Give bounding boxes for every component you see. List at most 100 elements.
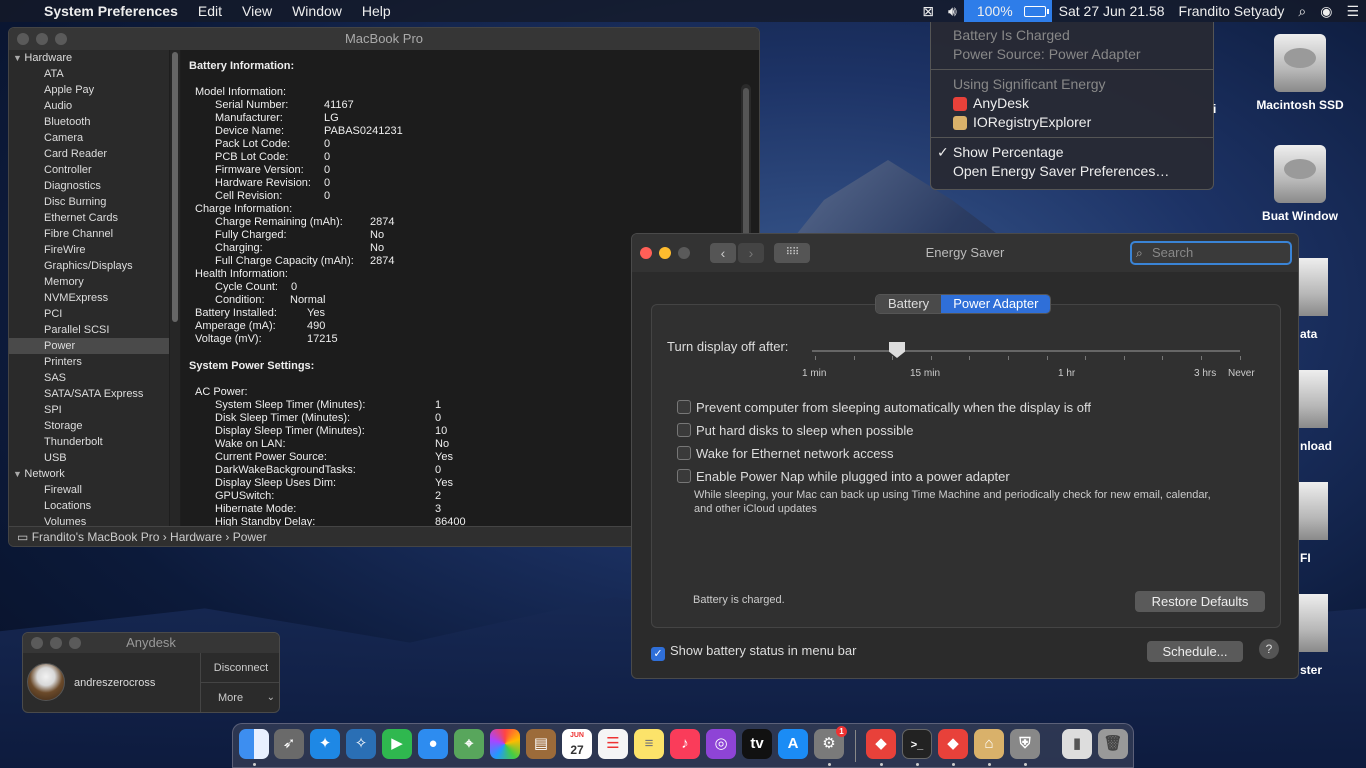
sidebar-item[interactable]: Disc Burning — [9, 194, 169, 210]
sidebar-scrollbar[interactable] — [170, 50, 180, 526]
apple-tv-icon[interactable]: tv — [742, 729, 772, 759]
system-preferences-icon[interactable]: ⚙ 1 — [814, 726, 847, 759]
sidebar-item[interactable]: Storage — [9, 418, 169, 434]
siri-icon[interactable]: ◉ — [1313, 3, 1339, 20]
safari-icon[interactable]: ✦ — [310, 729, 340, 759]
sidebar-category[interactable]: Network — [9, 466, 169, 482]
sidebar-item[interactable]: SATA/SATA Express — [9, 386, 169, 402]
sidebar-item[interactable]: Audio — [9, 98, 169, 114]
battery-menu-app-anydesk[interactable]: AnyDesk — [931, 94, 1213, 113]
sidebar-item[interactable]: Ethernet Cards — [9, 210, 169, 226]
sidebar-item[interactable]: NVMExpress — [9, 290, 169, 306]
disconnect-button[interactable]: Disconnect — [201, 653, 279, 683]
schedule-button[interactable]: Schedule... — [1147, 641, 1243, 662]
close-button[interactable] — [17, 33, 29, 45]
facetime-icon[interactable]: ▶ — [382, 729, 412, 759]
sidebar-item[interactable]: PCI — [9, 306, 169, 322]
search-input[interactable]: ⌕ Search — [1130, 241, 1292, 265]
help-button[interactable]: ? — [1259, 639, 1279, 659]
activity-monitor-icon[interactable]: ⊠ — [915, 3, 941, 20]
menu-user[interactable]: Frandito Setyady — [1172, 3, 1292, 19]
checkbox[interactable] — [677, 469, 691, 483]
option-wake-ethernet[interactable]: Wake for Ethernet network access — [677, 446, 894, 461]
checkbox[interactable] — [677, 423, 691, 437]
sidebar-item[interactable]: USB — [9, 450, 169, 466]
close-button[interactable] — [31, 637, 43, 649]
spotlight-icon[interactable]: ⌕ — [1291, 3, 1313, 20]
show-battery-status-option[interactable]: ✓ Show battery status in menu bar — [651, 643, 856, 661]
checkbox[interactable] — [677, 446, 691, 460]
sidebar-item[interactable]: Bluetooth — [9, 114, 169, 130]
show-all-button[interactable]: ⠿⠿ — [774, 243, 810, 263]
battery-menu-show-percentage[interactable]: ✓ Show Percentage — [931, 143, 1213, 162]
more-button[interactable]: More ⌄ — [201, 683, 279, 712]
sidebar-item[interactable]: Volumes — [9, 514, 169, 526]
photos-icon[interactable] — [490, 729, 520, 759]
sidebar-item[interactable]: Camera — [9, 130, 169, 146]
messages-icon[interactable]: ● — [418, 729, 448, 759]
sidebar-item[interactable]: Card Reader — [9, 146, 169, 162]
minimize-button[interactable] — [659, 247, 671, 259]
back-button[interactable]: ‹ — [710, 243, 736, 263]
checkbox[interactable]: ✓ — [651, 647, 665, 661]
tab-battery[interactable]: Battery — [876, 295, 942, 313]
forward-button[interactable]: › — [738, 243, 764, 263]
sidebar-item[interactable]: Apple Pay — [9, 82, 169, 98]
calendar-icon[interactable]: JUN 27 — [562, 729, 592, 759]
launchpad-icon[interactable]: ➶ — [274, 729, 304, 759]
checkbox[interactable] — [677, 400, 691, 414]
scrollbar-thumb[interactable] — [172, 52, 178, 322]
zoom-button[interactable] — [55, 33, 67, 45]
restore-defaults-button[interactable]: Restore Defaults — [1135, 591, 1265, 612]
menu-view[interactable]: View — [232, 3, 282, 19]
contacts-icon[interactable]: ▤ — [526, 729, 556, 759]
sidebar-item[interactable]: Memory — [9, 274, 169, 290]
option-power-nap[interactable]: Enable Power Nap while plugged into a po… — [677, 469, 1010, 484]
desktop-icon-buat-window[interactable]: Buat Window — [1245, 145, 1355, 223]
reminders-icon[interactable]: ☰ — [598, 729, 628, 759]
sidebar-item[interactable]: FireWire — [9, 242, 169, 258]
system-information-icon[interactable]: ⛨ — [1010, 729, 1040, 759]
sidebar-item[interactable]: Firewall — [9, 482, 169, 498]
app-store-icon[interactable]: A — [778, 729, 808, 759]
zoom-button[interactable] — [69, 637, 81, 649]
sidebar-item[interactable]: Diagnostics — [9, 178, 169, 194]
window-titlebar[interactable]: Anydesk — [23, 633, 279, 653]
anydesk-icon[interactable]: ◆ — [866, 729, 896, 759]
notification-center-icon[interactable]: ☰ — [1339, 3, 1366, 20]
sidebar-item[interactable]: SPI — [9, 402, 169, 418]
window-titlebar[interactable]: MacBook Pro — [9, 28, 759, 50]
battery-menu-app-ioregistry[interactable]: IORegistryExplorer — [931, 113, 1213, 132]
volume-icon[interactable]: 🔊︎ — [941, 3, 964, 20]
sidebar-category[interactable]: Hardware — [9, 50, 169, 66]
menu-clock[interactable]: Sat 27 Jun 21.58 — [1052, 3, 1172, 19]
zoom-button[interactable] — [678, 247, 690, 259]
minimize-button[interactable] — [36, 33, 48, 45]
battery-status-item[interactable]: 100% — [963, 0, 1052, 22]
sidebar-item[interactable]: Controller — [9, 162, 169, 178]
anydesk-icon[interactable]: ◆ — [938, 729, 968, 759]
sidebar-item[interactable]: SAS — [9, 370, 169, 386]
tab-power-adapter[interactable]: Power Adapter — [941, 295, 1051, 313]
music-icon[interactable]: ♪ — [670, 729, 700, 759]
ioregistryexplorer-icon[interactable]: ⌂ — [974, 729, 1004, 759]
menu-edit[interactable]: Edit — [188, 3, 232, 19]
sidebar-item[interactable]: Printers — [9, 354, 169, 370]
desktop-icon-macintosh-ssd[interactable]: Macintosh SSD — [1245, 34, 1355, 112]
window-titlebar[interactable]: ‹ › ⠿⠿ Energy Saver ⌕ Search — [632, 234, 1298, 272]
menu-app-name[interactable]: System Preferences — [40, 3, 188, 19]
option-prevent-sleep[interactable]: Prevent computer from sleeping automatic… — [677, 400, 1091, 415]
notes-icon[interactable]: ≡ — [634, 729, 664, 759]
document-icon[interactable]: ▮ — [1062, 729, 1092, 759]
finder-icon[interactable] — [239, 729, 269, 759]
trash-icon[interactable]: 🗑︎ — [1098, 729, 1128, 759]
minimize-button[interactable] — [50, 637, 62, 649]
terminal-icon[interactable]: >_ — [902, 729, 932, 759]
menu-window[interactable]: Window — [282, 3, 352, 19]
podcasts-icon[interactable]: ◎ — [706, 729, 736, 759]
sidebar-item[interactable]: Power — [9, 338, 169, 354]
close-button[interactable] — [640, 247, 652, 259]
display-off-slider[interactable] — [812, 350, 1240, 352]
menu-help[interactable]: Help — [352, 3, 401, 19]
sidebar-item[interactable]: ATA — [9, 66, 169, 82]
